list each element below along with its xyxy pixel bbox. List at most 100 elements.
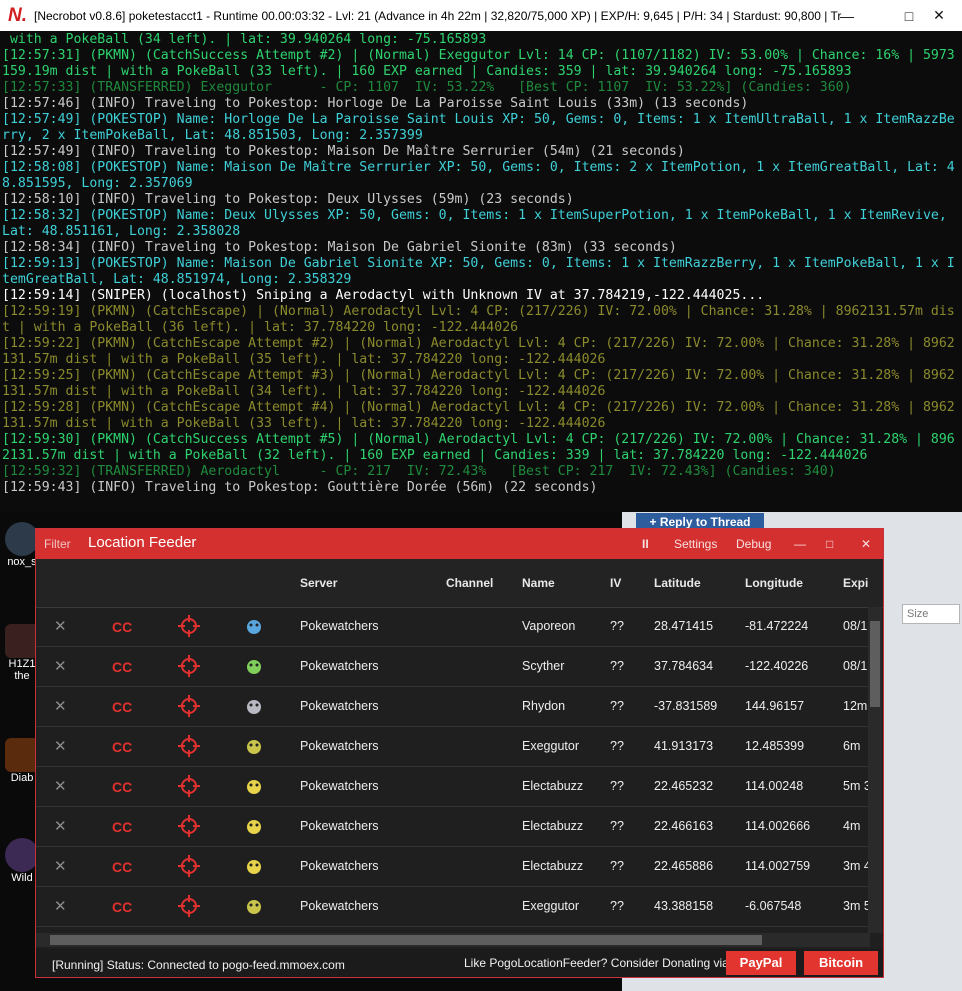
table-row[interactable]: ✕ CC Pokewatchers Electabuzz?? 22.465232 114.… — [36, 767, 870, 807]
longitude-cell: -122.40226 — [745, 659, 809, 673]
horizontal-scroll-thumb[interactable] — [50, 935, 762, 945]
longitude-cell: -6.067548 — [745, 899, 802, 913]
settings-button[interactable]: Settings — [674, 537, 717, 551]
console-window: N. [Necrobot v0.8.6] poketestacct1 - Run… — [0, 0, 962, 512]
snipe-crosshair-icon[interactable] — [178, 735, 200, 757]
vertical-scrollbar[interactable] — [868, 607, 882, 933]
console-line: 131.57m dist | with a PokeBall (35 left)… — [2, 352, 606, 367]
column-channel[interactable]: Channel — [446, 576, 493, 590]
feeder-close-button[interactable]: ✕ — [861, 537, 871, 551]
copy-coordinates-button[interactable]: CC — [112, 779, 132, 795]
longitude-cell: -81.472224 — [745, 619, 809, 633]
filter-button[interactable]: Filter — [44, 537, 71, 551]
latitude-cell: 43.388158 — [654, 899, 714, 913]
latitude-cell: -37.831589 — [654, 699, 718, 713]
console-line: 2131.57m dist | with a PokeBall (32 left… — [2, 448, 868, 463]
table-row[interactable]: ✕ CC Pokewatchers Rhydon?? -37.831589 144.961… — [36, 687, 870, 727]
remove-row-button[interactable]: ✕ — [54, 777, 67, 795]
column-longitude[interactable]: Longitude — [745, 576, 803, 590]
feed-table: ✕ CC Pokewatchers Vaporeon?? 28.471415 -81.47… — [36, 607, 870, 933]
snipe-crosshair-icon[interactable] — [178, 855, 200, 877]
snipe-crosshair-icon[interactable] — [178, 615, 200, 637]
console-line: rry, 2 x ItemPokeBall, Lat: 48.851503, L… — [2, 128, 423, 143]
feeder-minimize-button[interactable]: — — [794, 537, 806, 551]
size-select[interactable]: Size — [902, 604, 960, 624]
expiry-cell: 08/1 — [843, 619, 868, 633]
copy-coordinates-button[interactable]: CC — [112, 899, 132, 915]
console-line: 159.19m dist | with a PokeBall (33 left)… — [2, 64, 852, 79]
electabuzz-icon — [247, 780, 261, 794]
server-cell: Pokewatchers — [300, 659, 379, 673]
snipe-crosshair-icon[interactable] — [178, 655, 200, 677]
console-line: 131.57m dist | with a PokeBall (33 left)… — [2, 416, 606, 431]
bitcoin-button[interactable]: Bitcoin — [804, 951, 878, 975]
server-cell: Pokewatchers — [300, 739, 379, 753]
feeder-header[interactable]: Filter Location Feeder II Settings Debug… — [36, 529, 883, 559]
server-cell: Pokewatchers — [300, 859, 379, 873]
console-line: [12:58:32] (POKESTOP) Name: Deux Ulysses… — [2, 208, 947, 223]
copy-coordinates-button[interactable]: CC — [112, 819, 132, 835]
remove-row-button[interactable]: ✕ — [54, 617, 67, 635]
debug-button[interactable]: Debug — [736, 537, 771, 551]
snipe-crosshair-icon[interactable] — [178, 775, 200, 797]
table-row[interactable]: ✕ CC Pokewatchers Electabuzz?? 22.466163 114.… — [36, 807, 870, 847]
snipe-crosshair-icon[interactable] — [178, 895, 200, 917]
remove-row-button[interactable]: ✕ — [54, 897, 67, 915]
iv-cell: ?? — [610, 739, 624, 753]
table-row[interactable]: ✕ CC Pokewatchers Vaporeon?? 28.471415 -81.47… — [36, 607, 870, 647]
vaporeon-icon — [247, 620, 261, 634]
horizontal-scrollbar[interactable] — [36, 933, 870, 947]
remove-row-button[interactable]: ✕ — [54, 697, 67, 715]
status-text: [Running] Status: Connected to pogo-feed… — [52, 958, 345, 972]
title-bar[interactable]: N. [Necrobot v0.8.6] poketestacct1 - Run… — [0, 0, 962, 31]
pause-button[interactable]: II — [642, 537, 649, 551]
column-latitude[interactable]: Latitude — [654, 576, 701, 590]
feeder-footer: [Running] Status: Connected to pogo-feed… — [36, 949, 883, 977]
remove-row-button[interactable]: ✕ — [54, 817, 67, 835]
latitude-cell: 22.466163 — [654, 819, 714, 833]
snipe-crosshair-icon[interactable] — [178, 815, 200, 837]
exeggutor-icon — [247, 900, 261, 914]
console-line: [12:58:08] (POKESTOP) Name: Maison De Ma… — [2, 160, 955, 175]
copy-coordinates-button[interactable]: CC — [112, 699, 132, 715]
remove-row-button[interactable]: ✕ — [54, 657, 67, 675]
console-line: [12:59:28] (PKMN) (CatchEscape Attempt #… — [2, 400, 955, 415]
table-row[interactable]: ✕ CC Pokewatchers Electabuzz?? 22.465886 114.… — [36, 847, 870, 887]
console-line: [12:57:49] (INFO) Traveling to Pokestop:… — [2, 144, 685, 159]
column-server[interactable]: Server — [300, 576, 337, 590]
h1z1-icon — [5, 624, 39, 658]
console-line: [12:59:13] (POKESTOP) Name: Maison De Ga… — [2, 256, 955, 271]
remove-row-button[interactable]: ✕ — [54, 857, 67, 875]
column-name[interactable]: Name — [522, 576, 555, 590]
column-iv[interactable]: IV — [610, 576, 621, 590]
feeder-maximize-button[interactable]: □ — [826, 537, 833, 551]
paypal-button[interactable]: PayPal — [726, 951, 796, 975]
scyther-icon — [247, 660, 261, 674]
copy-coordinates-button[interactable]: CC — [112, 739, 132, 755]
vertical-scroll-thumb[interactable] — [870, 621, 880, 707]
table-row[interactable]: ✕ CC Pokewatchers Scyther?? 37.784634 -122.40… — [36, 647, 870, 687]
iv-cell: ?? — [610, 699, 624, 713]
snipe-crosshair-icon[interactable] — [178, 695, 200, 717]
table-row[interactable]: ✕ CC Pokewatchers Exeggutor?? 43.388158 -6.06… — [36, 887, 870, 927]
latitude-cell: 41.913173 — [654, 739, 714, 753]
feeder-title: Location Feeder — [88, 534, 197, 551]
window-title: [Necrobot v0.8.6] poketestacct1 - Runtim… — [34, 8, 842, 23]
pokemon-name-cell: Rhydon — [522, 699, 566, 713]
longitude-cell: 12.485399 — [745, 739, 805, 753]
close-button[interactable]: ✕ — [916, 0, 962, 31]
copy-coordinates-button[interactable]: CC — [112, 859, 132, 875]
server-cell: Pokewatchers — [300, 699, 379, 713]
iv-cell: ?? — [610, 859, 624, 873]
remove-row-button[interactable]: ✕ — [54, 737, 67, 755]
table-row[interactable]: ✕ CC Pokewatchers Exeggutor?? 41.913173 12.48… — [36, 727, 870, 767]
console-line: 131.57m dist | with a PokeBall (34 left)… — [2, 384, 606, 399]
copy-coordinates-button[interactable]: CC — [112, 619, 132, 635]
pokemon-name-cell: Electabuzz — [522, 779, 584, 793]
minimize-button[interactable]: — — [824, 0, 870, 31]
iv-cell: ?? — [610, 779, 624, 793]
longitude-cell: 114.002666 — [745, 819, 811, 833]
server-cell: Pokewatchers — [300, 819, 379, 833]
copy-coordinates-button[interactable]: CC — [112, 659, 132, 675]
column-expiry[interactable]: Expi — [843, 576, 868, 590]
